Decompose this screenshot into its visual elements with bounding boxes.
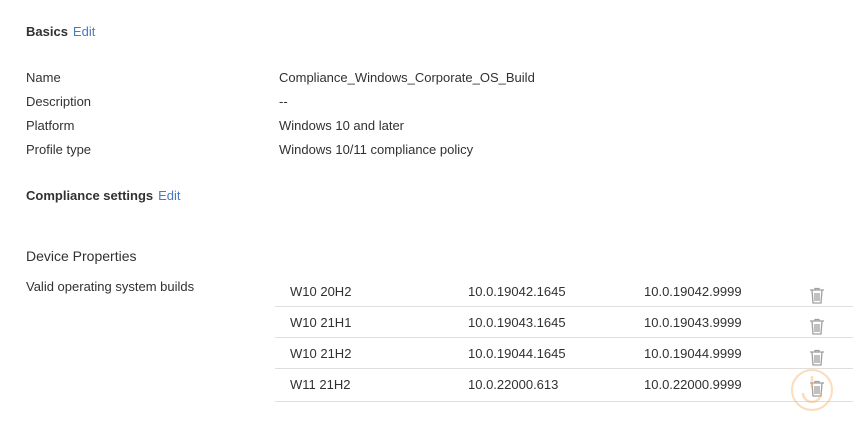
basics-edit-link[interactable]: Edit: [73, 24, 95, 39]
valid-builds-table: W10 20H2 10.0.19042.1645 10.0.19042.9999…: [275, 276, 853, 402]
build-min-version: 10.0.19043.1645: [468, 315, 566, 330]
build-min-version: 10.0.19042.1645: [468, 284, 566, 299]
table-row: W10 21H1 10.0.19043.1645 10.0.19043.9999: [275, 307, 853, 338]
platform-label: Platform: [26, 118, 75, 133]
profile-type-value: Windows 10/11 compliance policy: [279, 142, 474, 157]
basics-title: Basics: [26, 24, 68, 39]
build-min-version: 10.0.22000.613: [468, 377, 559, 392]
table-row: W10 21H2 10.0.19044.1645 10.0.19044.9999: [275, 338, 853, 369]
compliance-title: Compliance settings: [26, 188, 154, 203]
build-min-version: 10.0.19044.1645: [468, 346, 566, 361]
platform-value: Windows 10 and later: [279, 118, 405, 133]
build-name: W10 21H2: [290, 346, 352, 361]
description-label: Description: [26, 94, 92, 109]
build-name: W10 20H2: [290, 284, 352, 299]
trash-icon[interactable]: [809, 284, 825, 304]
watermark-logo-icon: [789, 367, 835, 413]
description-value: --: [279, 94, 288, 109]
basics-section-header: Basics Edit: [26, 24, 95, 39]
build-max-version: 10.0.19042.9999: [644, 284, 742, 299]
profile-type-label: Profile type: [26, 142, 92, 157]
compliance-edit-link[interactable]: Edit: [158, 188, 180, 203]
device-properties-heading: Device Properties: [26, 248, 137, 264]
table-row: W11 21H2 10.0.22000.613 10.0.22000.9999: [275, 369, 853, 402]
name-value: Compliance_Windows_Corporate_OS_Build: [279, 70, 535, 85]
trash-icon[interactable]: [809, 346, 825, 366]
name-label: Name: [26, 70, 61, 85]
build-name: W11 21H2: [290, 377, 351, 392]
build-max-version: 10.0.19044.9999: [644, 346, 742, 361]
compliance-section-header: Compliance settings Edit: [26, 188, 181, 203]
build-max-version: 10.0.22000.9999: [644, 377, 742, 392]
valid-builds-label: Valid operating system builds: [26, 279, 195, 294]
trash-icon[interactable]: [809, 315, 825, 335]
build-name: W10 21H1: [290, 315, 352, 330]
table-row: W10 20H2 10.0.19042.1645 10.0.19042.9999: [275, 276, 853, 307]
build-max-version: 10.0.19043.9999: [644, 315, 742, 330]
